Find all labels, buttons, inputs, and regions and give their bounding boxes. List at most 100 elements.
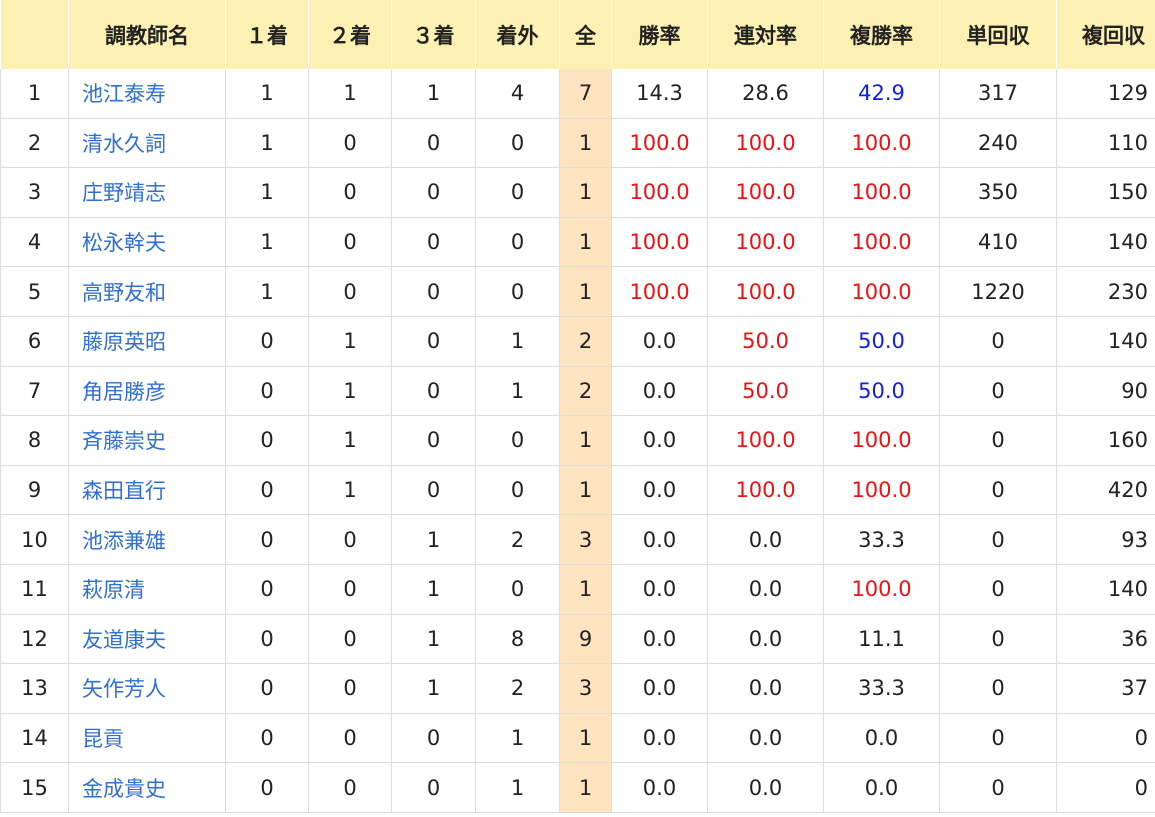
trainer-name-link[interactable]: 庄野靖志 [68,167,226,218]
header-place-rate[interactable]: 複勝率 [823,0,940,69]
third-count: 0 [391,713,476,764]
third-count: 1 [391,663,476,714]
out-count: 1 [475,366,560,417]
place-return: 140 [1056,217,1155,268]
total-count: 9 [559,614,612,665]
win-return: 410 [939,217,1057,268]
second-count: 1 [308,465,392,516]
quinella-rate: 50.0 [707,366,824,417]
third-count: 0 [391,366,476,417]
trainer-name-link[interactable]: 高野友和 [68,266,226,317]
quinella-rate: 0.0 [707,614,824,665]
third-count: 1 [391,514,476,565]
win-return: 240 [939,118,1057,169]
win-rate: 0.0 [611,514,708,565]
table-row: 4 松永幹夫 1 0 0 0 1 100.0 100.0 100.0 410 140 [0,217,1155,268]
total-count: 3 [559,663,612,714]
win-return: 0 [939,614,1057,665]
win-return: 0 [939,663,1057,714]
quinella-rate: 100.0 [707,465,824,516]
header-third[interactable]: ３着 [391,0,476,69]
trainer-name-link[interactable]: 角居勝彦 [68,366,226,417]
total-count: 1 [559,217,612,268]
third-count: 0 [391,217,476,268]
header-win-rate[interactable]: 勝率 [611,0,708,69]
rank-cell: 7 [0,366,69,417]
total-count: 1 [559,415,612,466]
quinella-rate: 0.0 [707,713,824,764]
quinella-rate: 28.6 [707,69,824,119]
third-count: 1 [391,614,476,665]
first-count: 0 [225,465,309,516]
place-rate: 100.0 [823,266,940,317]
place-rate: 100.0 [823,167,940,218]
header-win-return[interactable]: 単回収 [939,0,1057,69]
place-rate: 100.0 [823,465,940,516]
trainer-name-link[interactable]: 清水久詞 [68,118,226,169]
header-total[interactable]: 全 [559,0,612,69]
out-count: 1 [475,762,560,813]
rank-cell: 8 [0,415,69,466]
first-count: 0 [225,415,309,466]
win-return: 0 [939,514,1057,565]
trainer-name-link[interactable]: 松永幹夫 [68,217,226,268]
rank-cell: 9 [0,465,69,516]
header-place-return[interactable]: 複回収 [1056,0,1155,69]
second-count: 0 [308,266,392,317]
second-count: 0 [308,614,392,665]
out-count: 8 [475,614,560,665]
win-rate: 0.0 [611,465,708,516]
out-count: 0 [475,415,560,466]
place-rate: 100.0 [823,217,940,268]
trainer-name-link[interactable]: 池添兼雄 [68,514,226,565]
win-rate: 14.3 [611,69,708,119]
first-count: 0 [225,564,309,615]
trainer-name-link[interactable]: 矢作芳人 [68,663,226,714]
table-row: 2 清水久詞 1 0 0 0 1 100.0 100.0 100.0 240 110 [0,118,1155,169]
table-row: 15 金成貴史 0 0 0 1 1 0.0 0.0 0.0 0 0 [0,762,1155,813]
place-return: 230 [1056,266,1155,317]
second-count: 0 [308,713,392,764]
second-count: 1 [308,366,392,417]
trainer-name-link[interactable]: 金成貴史 [68,762,226,813]
trainer-name-link[interactable]: 萩原清 [68,564,226,615]
header-row: 調教師名 １着 ２着 ３着 着外 全 勝率 連対率 複勝率 単回収 複回収 [0,0,1155,69]
trainer-name-link[interactable]: 藤原英昭 [68,316,226,367]
header-second[interactable]: ２着 [308,0,392,69]
place-return: 420 [1056,465,1155,516]
quinella-rate: 0.0 [707,514,824,565]
trainer-name-link[interactable]: 友道康夫 [68,614,226,665]
rank-cell: 1 [0,69,69,119]
trainer-name-link[interactable]: 昆貢 [68,713,226,764]
header-out[interactable]: 着外 [475,0,560,69]
header-quinella-rate[interactable]: 連対率 [707,0,824,69]
third-count: 0 [391,167,476,218]
win-return: 0 [939,564,1057,615]
table-row: 8 斉藤崇史 0 1 0 0 1 0.0 100.0 100.0 0 160 [0,415,1155,466]
trainer-name-link[interactable]: 斉藤崇史 [68,415,226,466]
table-row: 1 池江泰寿 1 1 1 4 7 14.3 28.6 42.9 317 129 [0,69,1155,119]
trainer-stats-table: 調教師名 １着 ２着 ３着 着外 全 勝率 連対率 複勝率 単回収 複回収 1池… [0,0,1155,813]
win-rate: 100.0 [611,266,708,317]
rank-cell: 13 [0,663,69,714]
out-count: 0 [475,266,560,317]
trainer-name-link[interactable]: 池江泰寿 [68,69,226,119]
second-count: 0 [308,514,392,565]
total-count: 1 [559,762,612,813]
trainer-stats-view: 調教師名 １着 ２着 ３着 着外 全 勝率 連対率 複勝率 単回収 複回収 1池… [0,0,1155,817]
out-count: 0 [475,564,560,615]
win-return: 0 [939,316,1057,367]
third-count: 1 [391,564,476,615]
win-return: 317 [939,69,1057,119]
first-count: 0 [225,366,309,417]
place-return: 140 [1056,316,1155,367]
place-rate: 100.0 [823,564,940,615]
win-return: 0 [939,415,1057,466]
header-first[interactable]: １着 [225,0,309,69]
header-trainer-name[interactable]: 調教師名 [68,0,226,69]
second-count: 1 [308,415,392,466]
win-return: 0 [939,762,1057,813]
trainer-name-link[interactable]: 森田直行 [68,465,226,516]
out-count: 0 [475,465,560,516]
place-rate: 50.0 [823,316,940,367]
